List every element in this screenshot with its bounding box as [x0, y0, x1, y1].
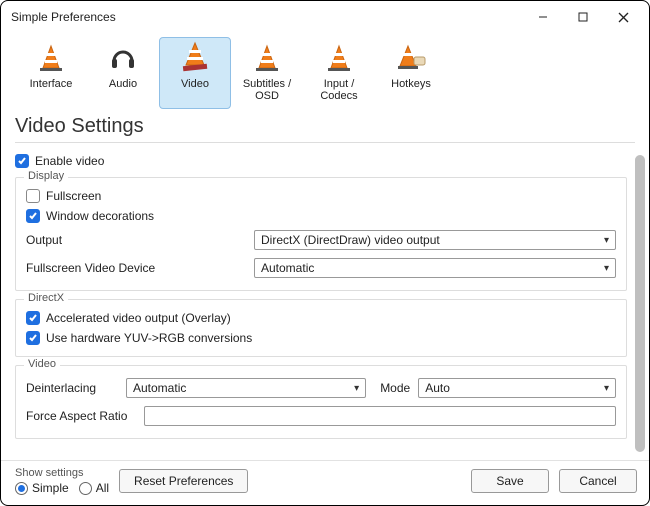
directx-group: DirectX Accelerated video output (Overla… — [15, 299, 627, 357]
maximize-button[interactable] — [563, 3, 603, 31]
tab-input-codecs[interactable]: Input / Codecs — [303, 37, 375, 109]
accel-output-label: Accelerated video output (Overlay) — [46, 311, 231, 325]
tab-label: Input / Codecs — [306, 78, 372, 102]
group-legend: Video — [24, 358, 60, 370]
mode-dropdown[interactable]: Auto — [418, 378, 616, 398]
cone-icon — [324, 43, 354, 76]
page-title: Video Settings — [1, 109, 649, 140]
close-button[interactable] — [603, 3, 643, 31]
output-dropdown[interactable]: DirectX (DirectDraw) video output — [254, 230, 616, 250]
fullscreen-checkbox[interactable] — [26, 189, 40, 203]
titlebar: Simple Preferences — [1, 1, 649, 33]
tab-label: Video — [181, 78, 209, 90]
fullscreen-label: Fullscreen — [46, 189, 101, 203]
deinterlacing-dropdown[interactable]: Automatic — [126, 378, 366, 398]
fs-device-label: Fullscreen Video Device — [26, 261, 246, 275]
cancel-button[interactable]: Cancel — [559, 469, 637, 493]
output-value: DirectX (DirectDraw) video output — [261, 233, 440, 247]
tab-label: Audio — [109, 78, 137, 90]
settings-content: Enable video Display Fullscreen Window d… — [1, 147, 635, 460]
yuvrgb-label: Use hardware YUV->RGB conversions — [46, 331, 252, 345]
output-label: Output — [26, 233, 246, 247]
show-simple-label: Simple — [32, 481, 69, 495]
deinterlacing-value: Automatic — [133, 381, 186, 395]
scrollbar[interactable] — [635, 155, 645, 452]
deinterlacing-label: Deinterlacing — [26, 381, 118, 395]
mode-label: Mode — [380, 381, 410, 395]
tab-video[interactable]: Video — [159, 37, 231, 109]
cone-icon — [36, 43, 66, 76]
yuvrgb-checkbox[interactable] — [26, 331, 40, 345]
tab-audio[interactable]: Audio — [87, 37, 159, 109]
cone-clapper-icon — [177, 41, 213, 76]
cone-icon — [252, 43, 282, 76]
tab-label: Interface — [30, 78, 73, 90]
accel-output-checkbox[interactable] — [26, 311, 40, 325]
bottom-bar: Show settings Simple All Reset Preferenc… — [1, 460, 649, 505]
group-legend: Display — [24, 170, 68, 182]
reset-preferences-button[interactable]: Reset Preferences — [119, 469, 248, 493]
tab-label: Subtitles / OSD — [234, 78, 300, 102]
force-aspect-label: Force Aspect Ratio — [26, 409, 136, 423]
divider — [15, 142, 635, 143]
enable-video-label: Enable video — [35, 154, 104, 168]
save-button[interactable]: Save — [471, 469, 549, 493]
show-simple-radio[interactable] — [15, 482, 28, 495]
headphones-icon — [108, 43, 138, 76]
tab-subtitles[interactable]: Subtitles / OSD — [231, 37, 303, 109]
window-decorations-label: Window decorations — [46, 209, 154, 223]
cone-keys-icon — [394, 43, 428, 76]
display-group: Display Fullscreen Window decorations Ou… — [15, 177, 627, 291]
show-all-label: All — [96, 481, 109, 495]
mode-value: Auto — [425, 381, 450, 395]
force-aspect-input[interactable] — [144, 406, 616, 426]
group-legend: DirectX — [24, 292, 68, 304]
minimize-button[interactable] — [523, 3, 563, 31]
show-all-radio[interactable] — [79, 482, 92, 495]
show-settings-legend: Show settings — [15, 467, 109, 479]
enable-video-checkbox[interactable] — [15, 154, 29, 168]
tab-label: Hotkeys — [391, 78, 431, 90]
tab-interface[interactable]: Interface — [15, 37, 87, 109]
video-group: Video Deinterlacing Automatic Mode Auto … — [15, 365, 627, 439]
fs-device-value: Automatic — [261, 261, 314, 275]
window-title: Simple Preferences — [11, 10, 523, 24]
category-tabs: Interface Audio Video Subtitles / OSD In… — [1, 33, 649, 109]
tab-hotkeys[interactable]: Hotkeys — [375, 37, 447, 109]
window-decorations-checkbox[interactable] — [26, 209, 40, 223]
fs-device-dropdown[interactable]: Automatic — [254, 258, 616, 278]
